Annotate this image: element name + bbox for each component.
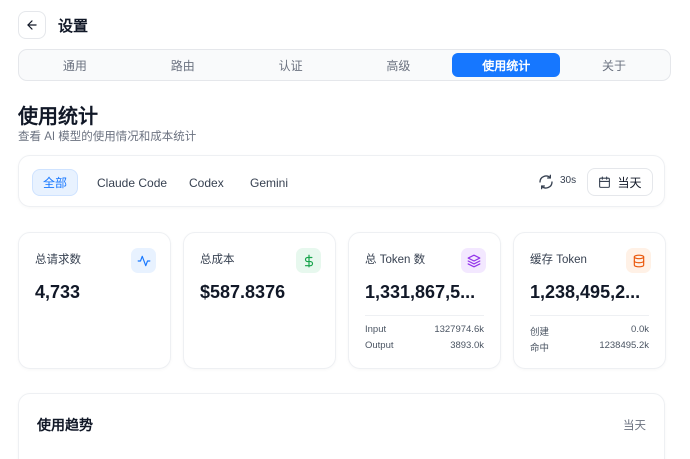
tab-auth[interactable]: 认证 [237, 53, 345, 77]
section-subtitle: 查看 AI 模型的使用情况和成本统计 [18, 131, 197, 143]
row-value: 3893.0k [450, 340, 484, 351]
row-key: Input [365, 324, 387, 335]
layers-icon [461, 248, 486, 273]
stat-card-total-cost: 总成本 $587.8376 [183, 232, 336, 369]
card-value: 1,331,867,5... [365, 282, 476, 302]
tab-advanced[interactable]: 高级 [344, 53, 452, 77]
cache-create-row: 创建 0.0k [530, 324, 649, 338]
page-header-title: 设置 [58, 17, 89, 35]
row-value: 1238495.2k [599, 340, 649, 351]
card-value: $587.8376 [200, 282, 286, 302]
date-range-label: 当天 [617, 175, 642, 190]
trend-title: 使用趋势 [37, 417, 93, 433]
trend-range-label[interactable]: 当天 [623, 417, 646, 433]
back-button[interactable] [18, 11, 46, 39]
card-label: 缓存 Token [530, 254, 587, 266]
arrow-left-icon [27, 20, 37, 30]
section-title: 使用统计 [18, 106, 98, 128]
calendar-icon [599, 176, 611, 188]
token-output-row: Output 3893.0k [365, 340, 484, 351]
token-input-row: Input 1327974.6k [365, 324, 484, 335]
tab-about[interactable]: 关于 [560, 53, 668, 77]
card-label: 总成本 [200, 254, 235, 266]
divider [530, 315, 649, 316]
row-key: Output [365, 340, 394, 351]
dollar-icon [296, 248, 321, 273]
stat-card-cache-tokens: 缓存 Token 1,238,495,2... 创建 0.0k 命中 12384… [513, 232, 666, 369]
header: 设置 [18, 10, 88, 40]
card-value: 4,733 [35, 282, 81, 302]
refresh-interval[interactable]: 30s [560, 175, 576, 186]
database-icon [626, 248, 651, 273]
filter-chip-claude-code[interactable]: Claude Code [87, 169, 177, 196]
row-key: 命中 [530, 343, 550, 354]
tab-general[interactable]: 通用 [21, 53, 129, 77]
activity-icon [131, 248, 156, 273]
row-value: 0.0k [631, 324, 649, 335]
stat-card-total-tokens: 总 Token 数 1,331,867,5... Input 1327974.6… [348, 232, 501, 369]
card-label: 总请求数 [35, 254, 81, 266]
date-range-button[interactable]: 当天 [587, 168, 653, 196]
card-value: 1,238,495,2... [530, 282, 641, 302]
settings-tabs: 通用 路由 认证 高级 使用统计 关于 [18, 49, 671, 81]
divider [365, 315, 484, 316]
tab-usage-stats[interactable]: 使用统计 [452, 53, 561, 77]
filter-chip-gemini[interactable]: Gemini [240, 169, 298, 196]
tab-routing[interactable]: 路由 [129, 53, 237, 77]
usage-trend-panel: 使用趋势 当天 [18, 393, 665, 459]
stat-card-total-requests: 总请求数 4,733 [18, 232, 171, 369]
filter-bar: 全部 Claude Code Codex Gemini 30s 当天 [18, 155, 665, 207]
cache-hit-row: 命中 1238495.2k [530, 340, 649, 354]
row-value: 1327974.6k [434, 324, 484, 335]
refresh-icon[interactable] [538, 174, 554, 190]
filter-chip-codex[interactable]: Codex [179, 169, 234, 196]
row-key: 创建 [530, 327, 550, 338]
settings-page: 设置 通用 路由 认证 高级 使用统计 关于 使用统计 查看 AI 模型的使用情… [0, 0, 690, 459]
filter-chip-all[interactable]: 全部 [32, 169, 79, 196]
card-label: 总 Token 数 [365, 254, 426, 266]
